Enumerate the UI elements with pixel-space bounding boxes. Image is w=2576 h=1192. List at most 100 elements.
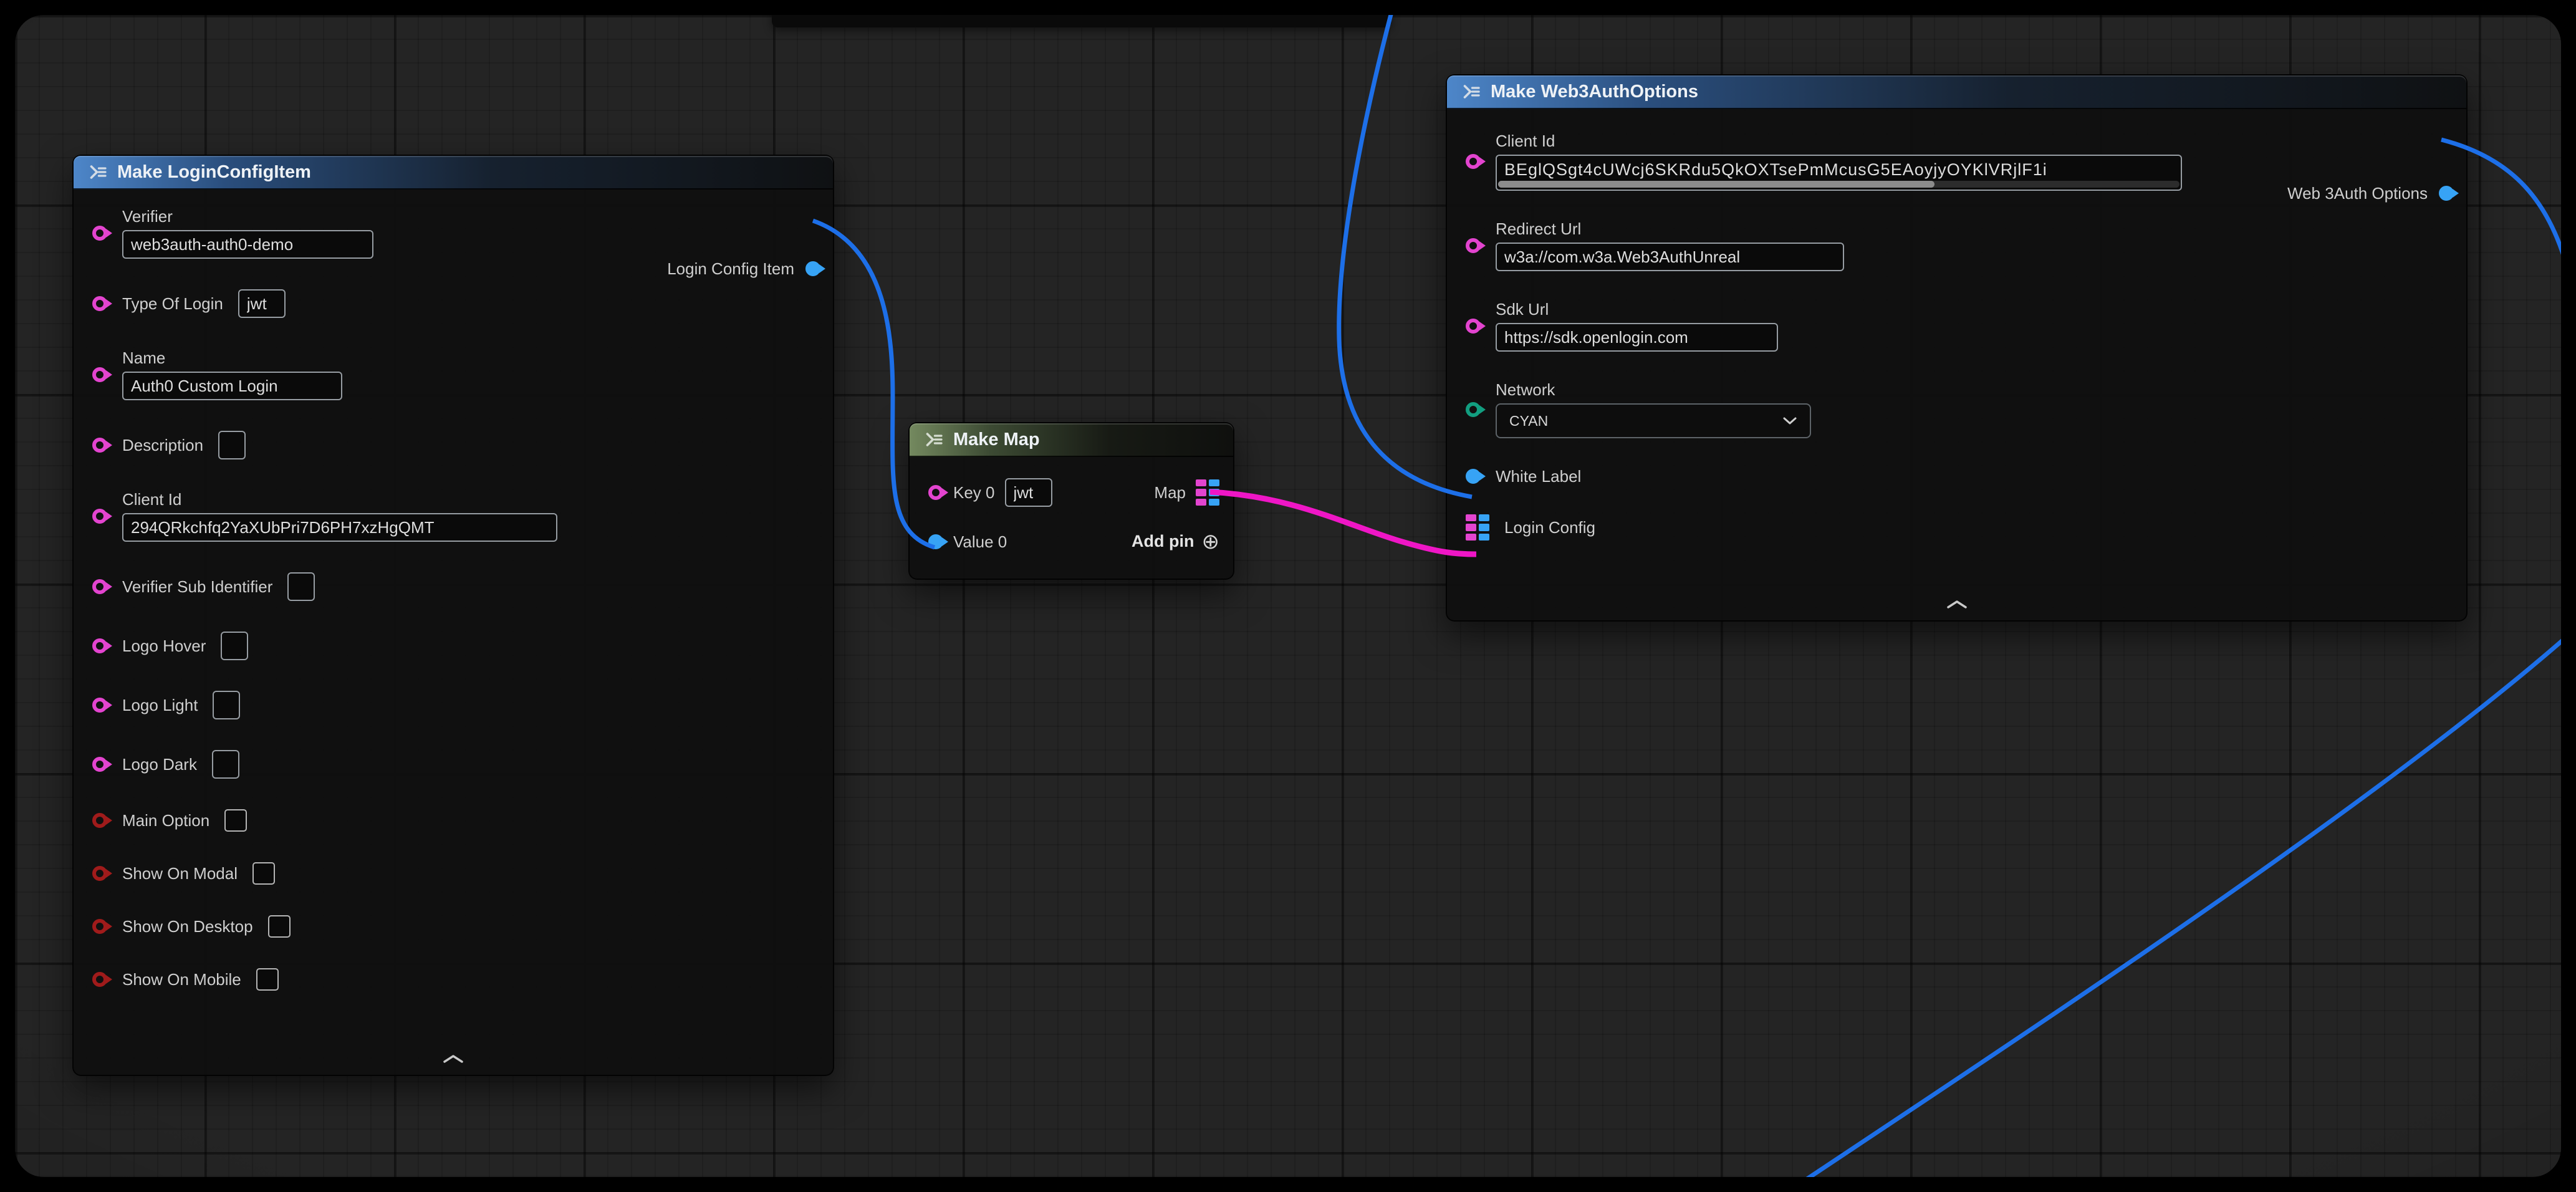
logo-light-pin[interactable] bbox=[92, 698, 107, 713]
pin-row-white-label: White Label bbox=[1447, 467, 2466, 486]
show-on-mobile-pin[interactable] bbox=[92, 972, 107, 987]
blueprint-graph-canvas[interactable]: Make LoginConfigItem Login Config Item V… bbox=[15, 15, 2561, 1177]
add-pin-button[interactable]: Add pin ⊕ bbox=[1132, 532, 1219, 551]
pin-label: Verifier Sub Identifier bbox=[122, 577, 272, 596]
node-title-bar[interactable]: Make Map bbox=[910, 423, 1233, 457]
output-pin-row: Login Config Item bbox=[667, 259, 820, 278]
white-label-pin[interactable] bbox=[1466, 469, 1481, 484]
logo-hover-input[interactable] bbox=[221, 632, 248, 660]
pin-label: Network bbox=[1496, 380, 1811, 399]
pin-row-verifier-sub-identifier: Verifier Sub Identifier bbox=[74, 572, 833, 601]
node-make-web3authoptions[interactable]: Make Web3AuthOptions Web 3Auth Options C… bbox=[1446, 74, 2468, 622]
key0-pin[interactable] bbox=[928, 485, 943, 500]
description-pin[interactable] bbox=[92, 438, 107, 453]
pin-row-logo-dark: Logo Dark bbox=[74, 750, 833, 779]
description-input[interactable] bbox=[218, 431, 246, 459]
pin-label: Client Id bbox=[1496, 132, 2182, 150]
pin-label: Logo Light bbox=[122, 696, 198, 714]
show-on-modal-pin[interactable] bbox=[92, 866, 107, 881]
client-id-input[interactable] bbox=[122, 513, 557, 542]
scrollbar-thumb[interactable] bbox=[1498, 181, 1934, 188]
output-pin-label: Web 3Auth Options bbox=[2287, 184, 2428, 203]
value0-pin[interactable] bbox=[928, 534, 943, 549]
login-config-item-output-pin[interactable] bbox=[805, 261, 820, 276]
pin-label: Redirect Url bbox=[1496, 219, 1844, 238]
pin-label: Description bbox=[122, 436, 203, 454]
wire-bottom-diagonal[interactable] bbox=[1785, 638, 2561, 1177]
node-make-map[interactable]: Make Map Key 0 Map Value 0 bbox=[908, 422, 1234, 580]
collapse-chevron[interactable] bbox=[442, 1053, 464, 1067]
blueprint-editor: { "colors": { "pin_string": "#e344cf", "… bbox=[0, 0, 2576, 1192]
verifier-sub-identifier-pin[interactable] bbox=[92, 579, 107, 594]
clipped-node-fragment[interactable] bbox=[772, 15, 1391, 27]
show-on-desktop-checkbox[interactable] bbox=[268, 915, 291, 938]
client-id-pin[interactable] bbox=[92, 509, 107, 524]
pin-row-client-id: Client Id bbox=[1447, 132, 2466, 191]
verifier-sub-identifier-input[interactable] bbox=[287, 572, 315, 601]
show-on-modal-checkbox[interactable] bbox=[252, 862, 275, 885]
verifier-input[interactable] bbox=[122, 230, 373, 259]
chevron-down-icon bbox=[1782, 416, 1797, 425]
pin-label: Login Config bbox=[1504, 518, 1595, 537]
pin-label: White Label bbox=[1496, 467, 1581, 486]
main-option-checkbox[interactable] bbox=[224, 809, 247, 832]
pin-row-show-on-mobile: Show On Mobile bbox=[74, 968, 833, 991]
logo-dark-pin[interactable] bbox=[92, 757, 107, 772]
show-on-desktop-pin[interactable] bbox=[92, 919, 107, 934]
logo-light-input[interactable] bbox=[213, 691, 240, 719]
pin-row-name: Name bbox=[74, 348, 833, 400]
map-output-pin[interactable] bbox=[1196, 479, 1219, 506]
pin-label: Verifier bbox=[122, 207, 373, 226]
redirect-url-pin[interactable] bbox=[1466, 238, 1481, 253]
pin-label: Main Option bbox=[122, 811, 209, 830]
pin-label: Type Of Login bbox=[122, 294, 223, 313]
pin-label: Sdk Url bbox=[1496, 300, 1778, 319]
pin-label: Logo Hover bbox=[122, 637, 206, 655]
pin-row-sdk-url: Sdk Url bbox=[1447, 300, 2466, 352]
type-of-login-pin[interactable] bbox=[92, 296, 107, 311]
wire-map-to-loginconfig[interactable] bbox=[1210, 492, 1476, 554]
verifier-pin[interactable] bbox=[92, 226, 107, 241]
network-pin[interactable] bbox=[1466, 402, 1481, 417]
sdk-url-pin[interactable] bbox=[1466, 319, 1481, 334]
make-struct-icon bbox=[1462, 82, 1481, 101]
pin-row-show-on-modal: Show On Modal bbox=[74, 862, 833, 885]
pin-label: Value 0 bbox=[953, 532, 1007, 551]
pin-row-logo-light: Logo Light bbox=[74, 691, 833, 719]
logo-dark-input[interactable] bbox=[212, 750, 239, 779]
pin-row-show-on-desktop: Show On Desktop bbox=[74, 915, 833, 938]
make-map-icon bbox=[925, 430, 943, 449]
pin-label: Show On Mobile bbox=[122, 970, 241, 989]
node-title-text: Make Web3AuthOptions bbox=[1491, 82, 1698, 102]
name-input[interactable] bbox=[122, 372, 342, 400]
client-id-pin[interactable] bbox=[1466, 154, 1481, 169]
network-selected-value: CYAN bbox=[1509, 413, 1548, 430]
show-on-mobile-checkbox[interactable] bbox=[256, 968, 279, 991]
pin-label: Logo Dark bbox=[122, 755, 197, 774]
node-title-bar[interactable]: Make Web3AuthOptions bbox=[1447, 75, 2466, 109]
name-pin[interactable] bbox=[92, 367, 107, 382]
logo-hover-pin[interactable] bbox=[92, 638, 107, 653]
chevron-up-icon bbox=[442, 1053, 464, 1064]
collapse-chevron[interactable] bbox=[1946, 598, 1968, 613]
key0-input[interactable] bbox=[1005, 478, 1052, 507]
redirect-url-input[interactable] bbox=[1496, 243, 1844, 271]
node-title-bar[interactable]: Make LoginConfigItem bbox=[74, 156, 833, 190]
pin-row-logo-hover: Logo Hover bbox=[74, 632, 833, 660]
type-of-login-input[interactable] bbox=[238, 289, 286, 318]
chevron-up-icon bbox=[1946, 598, 1968, 610]
login-config-pin[interactable] bbox=[1466, 514, 1489, 541]
node-make-loginconfigitem[interactable]: Make LoginConfigItem Login Config Item V… bbox=[72, 155, 834, 1076]
pin-label: Key 0 bbox=[953, 483, 995, 502]
pin-label: Show On Desktop bbox=[122, 917, 253, 936]
pin-label: Client Id bbox=[122, 490, 557, 509]
pin-label: Name bbox=[122, 348, 342, 367]
pin-row-value0-addpin: Value 0 Add pin ⊕ bbox=[910, 532, 1233, 551]
network-dropdown[interactable]: CYAN bbox=[1496, 403, 1811, 438]
pin-row-login-config: Login Config bbox=[1447, 514, 2466, 541]
node-title-text: Make LoginConfigItem bbox=[117, 162, 311, 183]
sdk-url-input[interactable] bbox=[1496, 323, 1778, 352]
main-option-pin[interactable] bbox=[92, 813, 107, 828]
add-pin-icon: ⊕ bbox=[1202, 532, 1220, 551]
web3auth-options-output-pin[interactable] bbox=[2439, 186, 2454, 201]
